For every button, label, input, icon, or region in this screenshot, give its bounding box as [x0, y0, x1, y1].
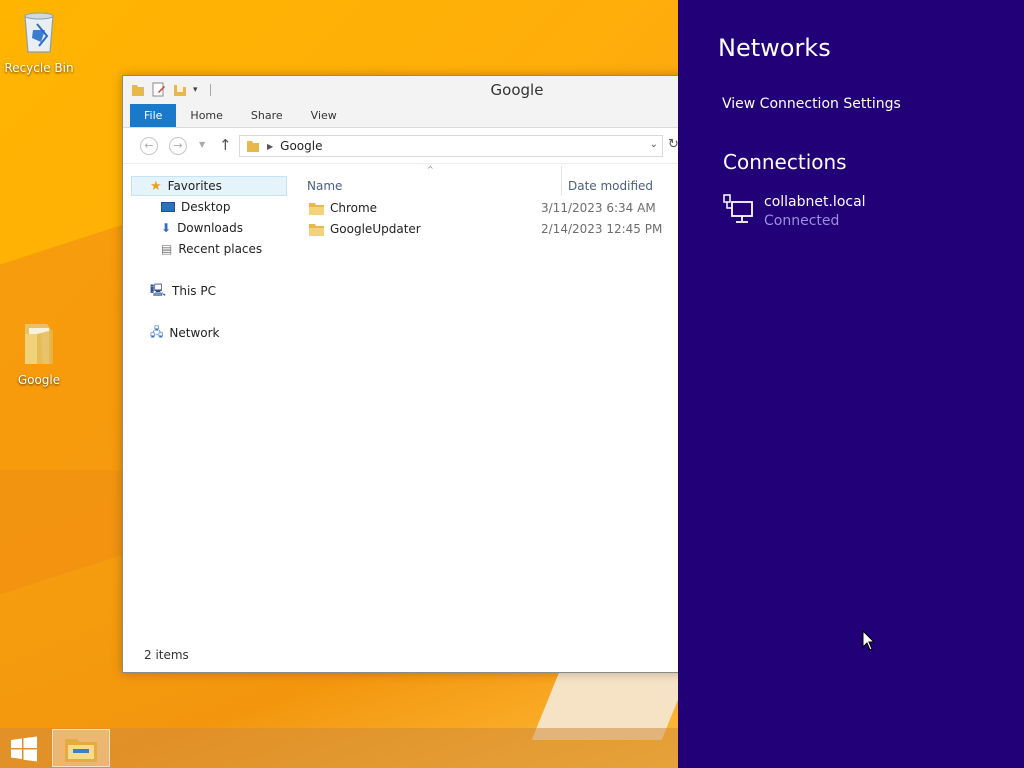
ribbon-tabs: File Home Share View	[123, 104, 681, 128]
windows-logo-icon	[11, 736, 37, 762]
nav-label: Network	[169, 326, 220, 340]
file-name: GoogleUpdater	[330, 222, 421, 236]
chevron-down-icon[interactable]: ⌄	[650, 139, 658, 150]
sort-indicator-icon: ^	[427, 165, 434, 174]
nav-downloads[interactable]: ⬇ Downloads	[161, 218, 243, 238]
nav-network[interactable]: 🖧 Network	[150, 323, 220, 343]
navigation-pane: ★ Favorites Desktop ⬇ Downloads ▤ Recent…	[131, 176, 291, 646]
folder-icon	[247, 141, 259, 152]
explorer-window: ▾ Google File Home Share View ← → ▼ ↑ ▶ …	[122, 75, 682, 673]
address-bar[interactable]: ▶ Google ⌄	[239, 135, 663, 157]
file-row[interactable]: GoogleUpdater 2/14/2023 12:45 PM	[301, 219, 681, 239]
file-name-cell: Chrome	[301, 201, 541, 215]
file-explorer-icon	[65, 739, 97, 762]
desktop-icon-recycle-bin[interactable]: Recycle Bin	[1, 8, 77, 75]
tab-view[interactable]: View	[297, 104, 351, 127]
file-row[interactable]: Chrome 3/11/2023 6:34 AM	[301, 198, 681, 218]
star-icon: ★	[150, 178, 162, 194]
tab-home[interactable]: Home	[176, 104, 236, 127]
desktop-icon-google-folder[interactable]: Google	[1, 320, 77, 387]
start-button[interactable]	[10, 736, 38, 762]
up-button[interactable]: ↑	[219, 136, 232, 154]
panel-title: Networks	[718, 34, 831, 62]
desktop-icon-label: Google	[17, 373, 61, 387]
tab-file[interactable]: File	[130, 104, 177, 127]
window-title: Google	[490, 81, 544, 99]
folder-icon	[309, 223, 324, 236]
taskbar	[0, 728, 680, 768]
column-header-date[interactable]: Date modified	[568, 179, 653, 193]
recent-locations-icon[interactable]: ▼	[199, 140, 205, 149]
recent-places-icon: ▤	[161, 242, 173, 256]
chevron-right-icon[interactable]: ▶	[267, 142, 273, 151]
forward-button[interactable]: →	[169, 137, 187, 155]
nav-label: Downloads	[177, 221, 243, 235]
mouse-cursor-icon	[862, 630, 876, 651]
folder-icon	[309, 202, 324, 215]
navigation-bar: ← → ▼ ↑ ▶ Google ⌄ ↻	[123, 128, 681, 164]
breadcrumb[interactable]: Google	[280, 139, 322, 153]
taskbar-file-explorer-button[interactable]	[52, 729, 110, 767]
nav-favorites[interactable]: ★ Favorites	[131, 176, 287, 196]
connections-heading: Connections	[723, 150, 847, 174]
view-connection-settings-link[interactable]: View Connection Settings	[722, 96, 901, 112]
back-button[interactable]: ←	[140, 137, 158, 155]
connection-name: collabnet.local	[764, 194, 866, 210]
column-header-name[interactable]: Name	[307, 179, 342, 193]
connection-text: collabnet.local Connected	[764, 194, 866, 229]
connection-status: Connected	[764, 213, 840, 229]
window-titlebar[interactable]: ▾ Google	[123, 76, 681, 104]
nav-desktop[interactable]: Desktop	[161, 197, 231, 217]
network-connection-item[interactable]: collabnet.local Connected	[722, 194, 866, 229]
tab-share[interactable]: Share	[237, 104, 297, 127]
nav-label: Favorites	[167, 179, 222, 193]
nav-label: Desktop	[181, 200, 231, 214]
recycle-bin-icon	[24, 12, 54, 53]
arrow-right-icon: →	[173, 139, 183, 152]
file-name: Chrome	[330, 201, 378, 215]
nav-label: This PC	[172, 284, 216, 298]
folder-icon	[25, 324, 53, 364]
nav-recent-places[interactable]: ▤ Recent places	[161, 239, 262, 259]
desktop-icon	[161, 202, 175, 212]
nav-label: Recent places	[178, 242, 263, 256]
nav-this-pc[interactable]: 🖳 This PC	[150, 281, 216, 301]
file-date: 3/11/2023 6:34 AM	[541, 201, 656, 215]
wired-network-icon	[723, 194, 753, 223]
file-name-cell: GoogleUpdater	[301, 222, 541, 236]
file-date: 2/14/2023 12:45 PM	[541, 222, 663, 236]
desktop-wallpaper-shape	[0, 222, 130, 608]
arrow-up-icon: ↑	[219, 136, 232, 154]
column-divider[interactable]	[561, 166, 562, 196]
desktop-icon-label: Recycle Bin	[4, 61, 74, 75]
networks-panel: Networks View Connection Settings Connec…	[678, 0, 1024, 768]
downloads-icon: ⬇	[161, 221, 172, 235]
computer-icon: 🖳	[150, 282, 167, 297]
status-bar-text: 2 items	[144, 648, 189, 662]
network-icon: 🖧	[150, 324, 164, 339]
arrow-left-icon: ←	[144, 139, 154, 152]
